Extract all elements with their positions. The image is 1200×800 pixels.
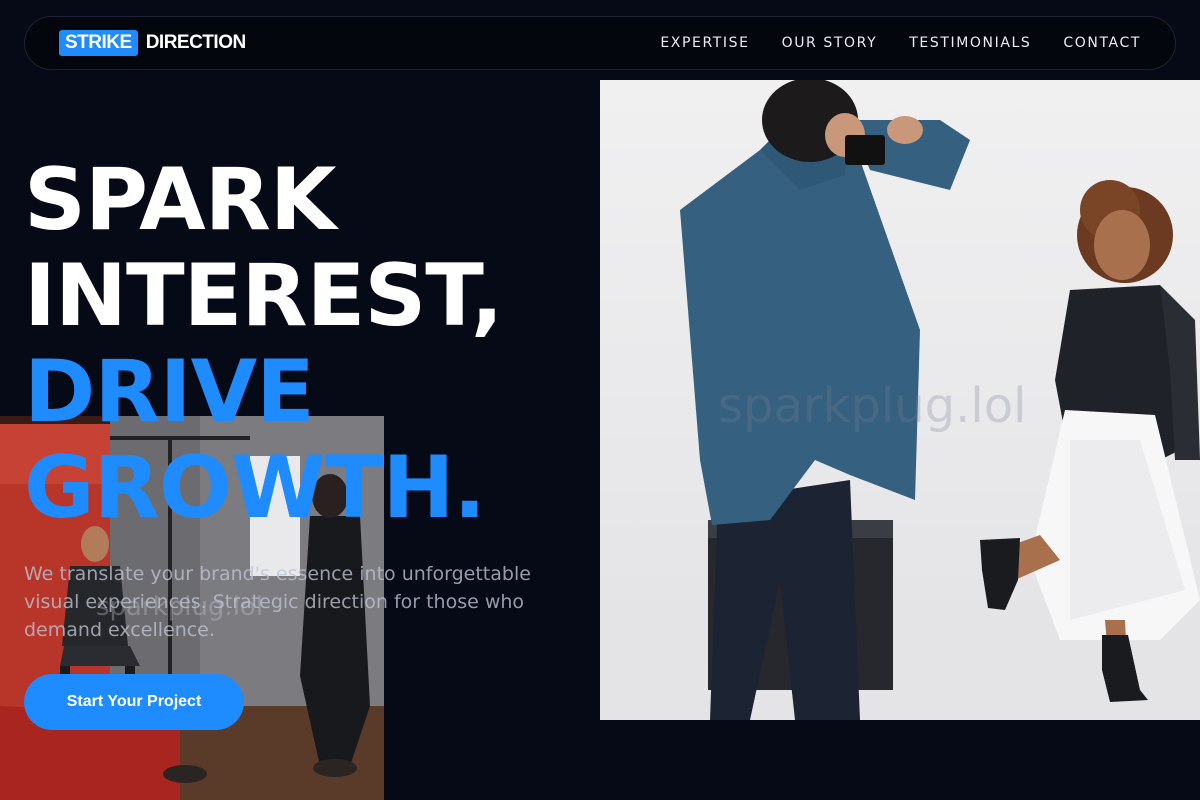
hero-photo-studio-shoot [600,80,1200,720]
subtitle-line-2: visual experiences. Strategic direction … [24,591,525,613]
top-navbar: STRIKE DIRECTION EXPERTISE OUR STORY TES… [24,16,1176,70]
headline-line-1: SPARK [24,150,337,250]
logo-text: DIRECTION [145,32,247,53]
subtitle-line-1: We translate your brand's essence into u… [24,563,531,585]
headline-line-4: GROWTH. [24,438,486,538]
nav-links: EXPERTISE OUR STORY TESTIMONIALS CONTACT [660,35,1141,51]
hero-subtitle: We translate your brand's essence into u… [24,560,544,644]
logo-box: STRIKE [59,30,138,56]
subtitle-line-3: demand excellence. [24,619,215,641]
start-project-button[interactable]: Start Your Project [24,674,244,730]
headline-line-3: DRIVE [24,342,315,442]
brand-logo[interactable]: STRIKE DIRECTION [59,30,246,56]
nav-link-expertise[interactable]: EXPERTISE [660,35,749,51]
nav-link-testimonials[interactable]: TESTIMONIALS [909,35,1031,51]
hero-headline: SPARK INTEREST, DRIVE GROWTH. [24,150,503,538]
nav-link-our-story[interactable]: OUR STORY [782,35,878,51]
headline-line-2: INTEREST, [24,246,503,346]
nav-link-contact[interactable]: CONTACT [1063,35,1141,51]
page: STRIKE DIRECTION EXPERTISE OUR STORY TES… [0,0,1200,800]
